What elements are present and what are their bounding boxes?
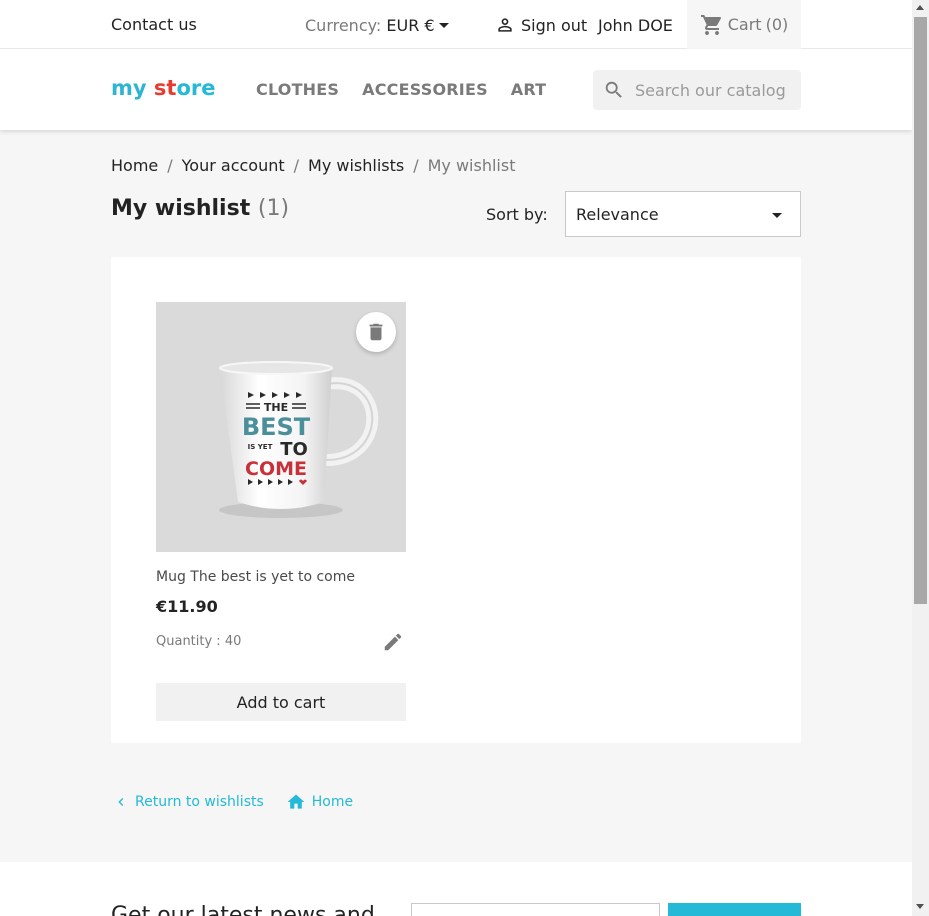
product-card: THE BEST IS YET TO COME Mug The best is … <box>156 302 406 721</box>
breadcrumb-separator: / <box>293 156 300 175</box>
return-to-wishlists-label: Return to wishlists <box>135 794 264 810</box>
home-link[interactable]: Home <box>286 792 353 812</box>
wishlist-footer-links: Return to wishlists Home <box>113 792 353 812</box>
newsletter-title: Get our latest news and <box>111 903 375 916</box>
cart-label: Cart <box>727 15 762 34</box>
nav-item-clothes[interactable]: CLOTHES <box>256 80 339 99</box>
contact-link[interactable]: Contact us <box>111 15 197 34</box>
remove-from-wishlist-button[interactable] <box>356 312 396 352</box>
cart-button[interactable]: Cart (0) <box>687 0 801 49</box>
currency-value: EUR € <box>386 16 435 35</box>
product-price: €11.90 <box>156 597 218 616</box>
sort-select[interactable]: Relevance <box>565 191 801 237</box>
return-to-wishlists-link[interactable]: Return to wishlists <box>113 794 264 810</box>
sort-value: Relevance <box>576 204 659 224</box>
edit-quantity-button[interactable] <box>382 631 404 657</box>
breadcrumb-current: My wishlist <box>427 156 516 175</box>
scroll-down-arrow-icon[interactable] <box>916 904 924 909</box>
svg-text:IS YET: IS YET <box>248 443 273 451</box>
page-scrollbar[interactable] <box>912 0 929 916</box>
product-name[interactable]: Mug The best is yet to come <box>156 569 406 585</box>
nav-item-accessories[interactable]: ACCESSORIES <box>362 80 488 99</box>
svg-text:TO: TO <box>280 439 308 460</box>
nav-item-art[interactable]: ART <box>511 80 547 99</box>
breadcrumb-separator: / <box>167 156 173 175</box>
wishlist-count: (1) <box>257 196 290 221</box>
add-to-cart-button[interactable]: Add to cart <box>156 683 406 721</box>
search-box <box>593 70 801 110</box>
currency-selector[interactable]: Currency: EUR € <box>305 16 449 35</box>
newsletter-email-input[interactable] <box>411 903 660 916</box>
account-name-link[interactable]: John DOE <box>598 16 673 35</box>
wishlist-products: THE BEST IS YET TO COME Mug The best is … <box>111 257 801 743</box>
breadcrumb-your-account[interactable]: Your account <box>182 156 285 175</box>
caret-down-icon <box>438 22 449 28</box>
newsletter-subscribe-button[interactable] <box>668 903 801 916</box>
page-title: My wishlist (1) <box>111 196 289 221</box>
page: Contact us Currency: EUR € Sign out John… <box>0 0 912 916</box>
search-icon[interactable] <box>603 79 625 101</box>
product-image[interactable]: THE BEST IS YET TO COME <box>156 302 406 552</box>
cart-count: (0) <box>765 15 789 34</box>
breadcrumb-my-wishlists[interactable]: My wishlists <box>308 156 404 175</box>
top-bar: Contact us Currency: EUR € Sign out John… <box>0 0 912 49</box>
person-icon <box>498 18 512 32</box>
currency-label: Currency: <box>305 16 382 35</box>
svg-text:COME: COME <box>245 458 307 480</box>
newsletter-section: Get our latest news and <box>0 862 912 916</box>
search-input[interactable] <box>635 80 795 100</box>
svg-text:BEST: BEST <box>242 413 311 441</box>
trash-icon <box>369 323 383 341</box>
main-nav: CLOTHES ACCESSORIES ART <box>256 80 546 99</box>
pencil-icon <box>384 633 402 651</box>
sign-out-label: Sign out <box>521 15 588 35</box>
sign-out-link[interactable]: Sign out <box>495 15 587 35</box>
cart-icon <box>700 14 721 35</box>
home-icon <box>287 794 305 809</box>
breadcrumb-separator: / <box>413 156 419 175</box>
page-title-text: My wishlist <box>111 196 251 221</box>
header: my store CLOTHES ACCESSORIES ART <box>0 49 912 130</box>
breadcrumb: Home / Your account / My wishlists / My … <box>111 156 515 175</box>
scrollbar-thumb[interactable] <box>914 17 927 604</box>
breadcrumb-home[interactable]: Home <box>111 156 158 175</box>
caret-down-icon <box>772 213 782 218</box>
scroll-up-arrow-icon[interactable] <box>916 5 924 10</box>
store-logo[interactable]: my store <box>111 76 215 100</box>
product-quantity: Quantity : 40 <box>156 634 242 649</box>
quantity-row: Quantity : 40 <box>156 631 406 657</box>
sort-label: Sort by: <box>486 205 548 224</box>
home-label: Home <box>311 794 354 810</box>
chevron-left-icon <box>118 798 124 806</box>
